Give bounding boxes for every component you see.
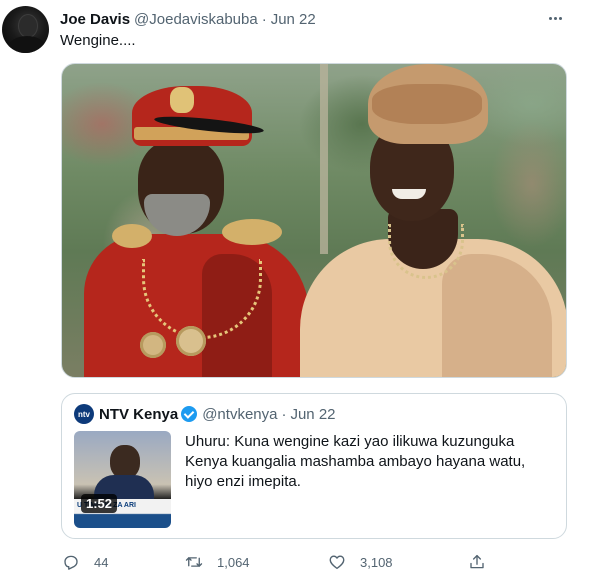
quoted-author-name[interactable]: NTV Kenya [99,406,178,423]
quoted-author-handle[interactable]: @ntvkenya [202,406,277,423]
quoted-tweet-header: NTV Kenya @ntvkenya · Jun 22 [99,404,336,424]
photo-medal [176,326,206,356]
photo-epaulet-right [222,219,282,245]
tweet-photo[interactable] [61,63,567,378]
quoted-tweet[interactable]: ntv NTV Kenya @ntvkenya · Jun 22 U TIMIL… [61,393,567,539]
photo-epaulet-left [112,224,152,248]
avatar-logo-text: ntv [78,409,90,419]
quoted-author-avatar[interactable]: ntv [74,404,94,424]
retweet-icon [185,557,203,567]
photo-tree-trunk [320,64,328,254]
quoted-tweet-text: Uhuru: Kuna wengine kazi yao ilikuwa kuz… [185,433,526,490]
reply-button[interactable]: 44 [62,551,108,573]
like-count: 3,108 [360,554,393,570]
more-horizontal-icon[interactable] [545,8,565,28]
verified-badge-icon [181,406,198,422]
like-button[interactable]: 3,108 [328,551,393,573]
tweet-actions: 44 1,064 3,108 [60,551,500,573]
quoted-tweet-date[interactable]: Jun 22 [290,406,335,423]
share-icon [470,554,484,569]
video-duration-badge: 1:52 [81,494,118,513]
photo-woman-smile [392,189,426,199]
reply-icon [64,555,78,570]
retweet-button[interactable]: 1,064 [185,551,250,573]
photo-cap-badge [170,87,194,113]
reply-count: 44 [94,554,109,570]
video-thumbnail[interactable]: U TIMILIKI ZA ARI 1:52 [74,431,171,528]
separator-dot: · [281,405,287,423]
avatar-face [19,15,37,37]
photo-head-wrap-fold [372,84,482,124]
author-handle[interactable]: @Joedaviskabuba [134,11,258,28]
thumbnail-person-head [110,445,140,479]
photo-medal [140,332,166,358]
heart-icon [329,555,345,570]
tweet-date[interactable]: Jun 22 [271,11,316,28]
avatar-body [8,36,46,53]
tweet[interactable]: Joe Davis @Joedaviskabuba · Jun 22 Wengi… [0,0,589,587]
author-avatar[interactable] [2,6,49,53]
tweet-text: Wengine.... [60,32,136,49]
tweet-header: Joe Davis @Joedaviskabuba · Jun 22 [60,9,316,29]
separator-dot: · [261,10,267,28]
author-name[interactable]: Joe Davis [60,11,130,28]
share-button[interactable] [468,551,500,573]
retweet-count: 1,064 [217,554,250,570]
